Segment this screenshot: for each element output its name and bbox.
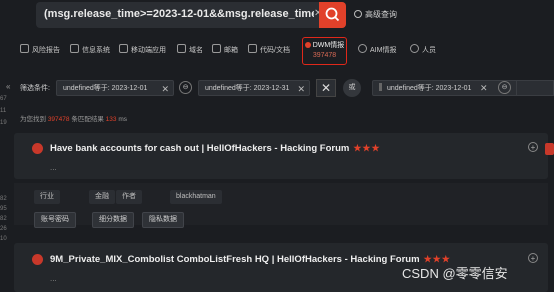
tab-label: 风险报告 [32,47,60,54]
filter-chip[interactable]: undefined等于: 2023-12-01 ✕ [56,80,174,96]
query-time: 133 [105,116,117,123]
search-icon [325,7,340,22]
close-icon[interactable]: ✕ [480,83,488,94]
result-count: 397478 [47,116,70,123]
result-snippet: ... [50,274,57,283]
tab-risk-report[interactable]: 风险报告 [20,44,60,55]
dwm-icon [304,42,311,48]
ruler-number: 95 [0,206,7,212]
close-icon[interactable]: ✕ [297,81,305,95]
tab-label: 域名 [189,47,203,54]
tab-domain[interactable]: 域名 [177,44,203,55]
ruler-number: 11 [0,108,7,114]
expand-icon[interactable]: + [528,253,538,263]
category-segment-data-button[interactable]: 细分数据 [92,212,134,228]
remove-group-button[interactable]: ✕ [316,79,336,97]
summary-middle: 条匹配结果 [71,116,104,123]
ruler-number: 82 [0,196,7,202]
mobile-icon [119,44,128,53]
filter-label: 筛选条件: [20,85,50,92]
tab-aim-intel[interactable]: AIM情报 [358,44,396,55]
time-unit: ms [118,116,127,123]
code-icon [248,44,257,53]
tab-info-system[interactable]: 信息系统 [70,44,110,55]
chip-handle-icon [379,83,382,91]
category-privacy-data-button[interactable]: 隐私数据 [142,212,184,228]
category-account-password-button[interactable]: 账号密码 [34,212,76,228]
filter-chip-label: undefined等于: 2023-12-01 [63,85,148,92]
result-card[interactable] [14,133,548,179]
advanced-search-icon [354,10,362,18]
tab-dwm-intel[interactable]: DWM情报 397478 [302,37,347,65]
summary-prefix: 为您找到 [20,116,46,123]
tab-people[interactable]: 人员 [410,44,436,55]
tab-label: 代码/文档 [260,47,290,54]
report-icon [20,44,29,53]
tag-author-value: blackhatman [170,190,222,204]
ruler-number: 10 [0,236,7,242]
filter-chip-label: undefined等于: 2023-12-31 [205,85,290,92]
result-title[interactable]: 9M_Private_MIX_Combolist ComboListFresh … [50,254,451,265]
tab-code-docs[interactable]: 代码/文档 [248,44,290,55]
rating-stars: ★★★ [353,143,381,153]
person-icon [410,44,419,53]
tag-industry-value: 金融 [89,190,115,204]
search-button[interactable] [319,2,346,28]
ruler-number: 67 [0,96,7,102]
target-icon [358,44,367,53]
and-connector[interactable]: ⊖ [179,81,192,94]
result-snippet: ... [50,163,57,172]
side-badge [545,143,554,155]
tab-label: DWM情报 [312,42,345,49]
or-connector[interactable]: 或 [343,79,361,97]
tag-industry-label: 行业 [34,190,60,204]
system-icon [70,44,79,53]
result-title-text[interactable]: 9M_Private_MIX_Combolist ComboListFresh … [50,254,420,265]
filter-input-stub[interactable] [516,80,554,96]
result-title[interactable]: Have bank accounts for cash out | HellOf… [50,143,381,154]
tab-mobile-app[interactable]: 移动端应用 [119,44,166,55]
result-summary: 为您找到 397478 条匹配结果 133 ms [20,113,127,123]
filter-chip-label: undefined等于: 2023-12-01 [387,85,472,92]
forum-icon [32,143,43,154]
forum-icon [32,254,43,265]
result-title-text[interactable]: Have bank accounts for cash out | HellOf… [50,143,349,154]
search-input[interactable]: (msg.release_time>=2023-12-01&&msg.relea… [44,8,314,20]
collapse-arrow-icon[interactable]: « [6,82,10,91]
tab-label: 邮箱 [224,47,238,54]
mail-icon [212,44,221,53]
and-connector[interactable]: ⊖ [498,81,511,94]
filter-chip[interactable]: undefined等于: 2023-12-31 ✕ [198,80,310,96]
advanced-search-label: 高级查询 [365,10,397,19]
watermark: CSDN @零零信安 [402,266,508,281]
tag-author-label: 作者 [116,190,142,204]
search-box[interactable]: (msg.release_time>=2023-12-01&&msg.relea… [36,2,346,28]
close-icon[interactable]: ✕ [161,81,169,95]
tab-label: 人员 [422,47,436,54]
tab-label: AIM情报 [370,47,397,54]
advanced-search-link[interactable]: 高级查询 [354,9,397,20]
tab-label: 移动端应用 [131,47,166,54]
tab-label: 信息系统 [82,47,110,54]
tab-email[interactable]: 邮箱 [212,44,238,55]
dwm-count: 397478 [312,52,337,59]
expand-icon[interactable]: + [528,142,538,152]
globe-icon [177,44,186,53]
ruler-number: 82 [0,216,7,222]
ruler-number: 19 [0,120,7,126]
ruler-number: 26 [0,226,7,232]
